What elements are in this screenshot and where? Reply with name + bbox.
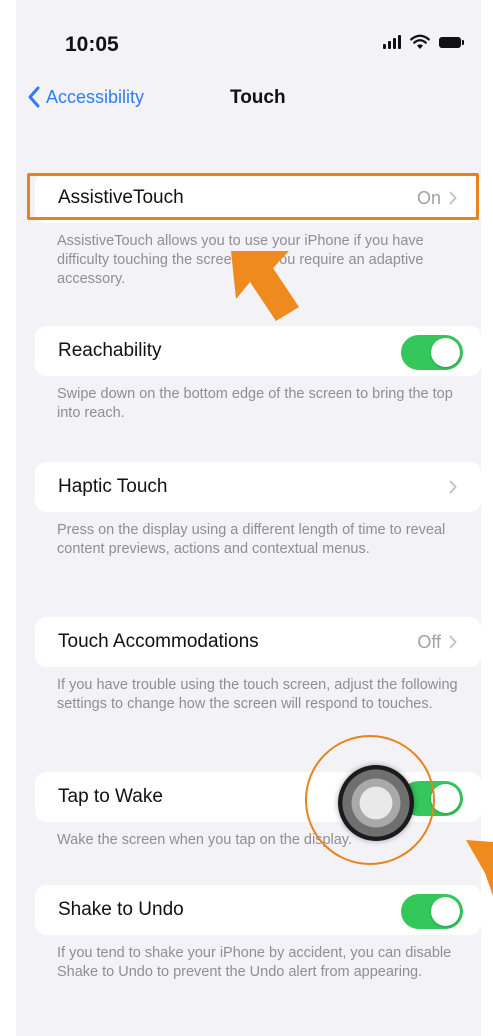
- arrow-pointer-icon: [231, 251, 299, 321]
- arrow-pointer-icon: [466, 840, 493, 896]
- annotation-arrows: [231, 251, 493, 896]
